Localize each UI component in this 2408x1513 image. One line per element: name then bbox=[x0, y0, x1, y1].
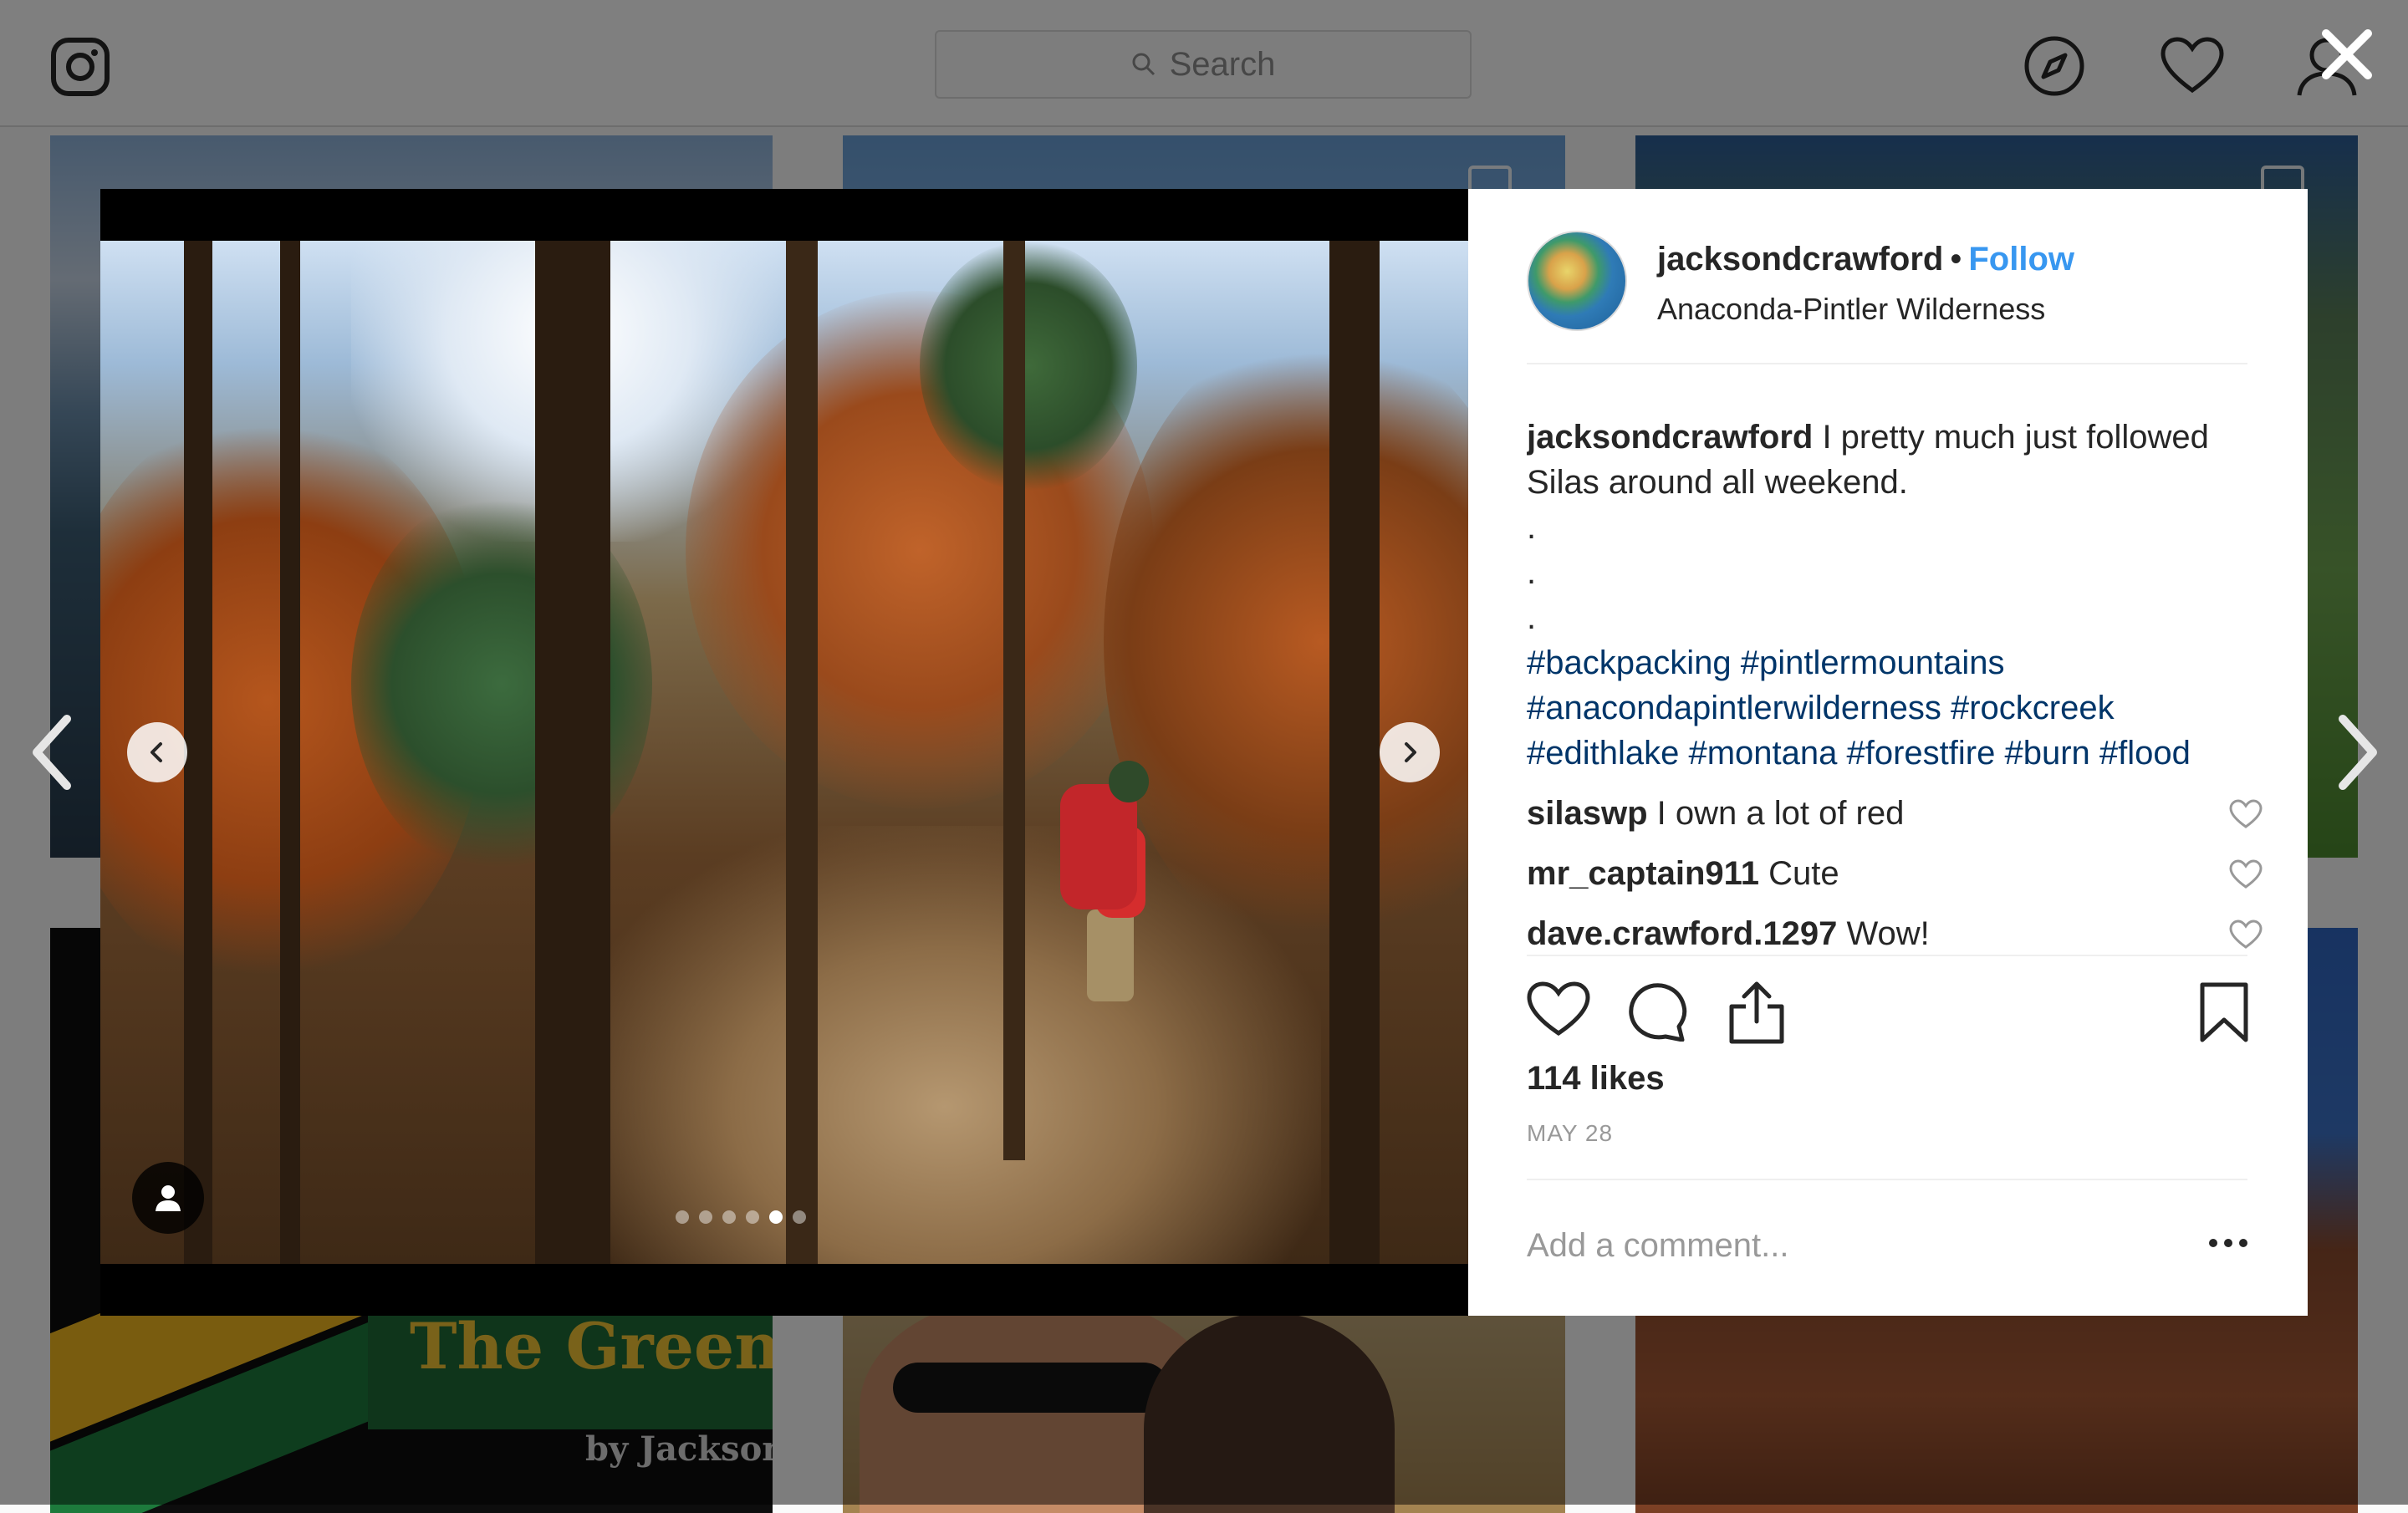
tagged-users-button[interactable] bbox=[132, 1162, 204, 1234]
caption-hashtags[interactable]: #backpacking #pintlermountains #anaconda… bbox=[1527, 640, 2263, 776]
caption-dot: . bbox=[1527, 509, 1537, 546]
previous-post-arrow-icon[interactable] bbox=[27, 711, 77, 794]
share-icon[interactable] bbox=[1727, 981, 1786, 1045]
post-caption: jacksondcrawford I pretty much just foll… bbox=[1527, 415, 2263, 505]
chevron-right-icon bbox=[1405, 742, 1416, 762]
carousel-dot bbox=[746, 1210, 759, 1224]
add-comment-bar: Add a comment... bbox=[1527, 1179, 2247, 1281]
carousel-dot bbox=[769, 1210, 783, 1224]
caption-dot: . bbox=[1527, 599, 1537, 636]
more-options-icon[interactable] bbox=[2209, 1239, 2247, 1247]
comment-text: Cute bbox=[1768, 855, 1839, 892]
chevron-left-icon bbox=[150, 742, 162, 762]
post-username[interactable]: jacksondcrawford bbox=[1657, 241, 1943, 278]
post-location[interactable]: Anaconda-Pintler Wilderness bbox=[1657, 292, 2074, 327]
add-comment-input[interactable]: Add a comment... bbox=[1527, 1227, 1788, 1265]
comment-like-icon[interactable] bbox=[2229, 859, 2263, 889]
carousel-dot bbox=[793, 1210, 806, 1224]
separator-dot: • bbox=[1950, 241, 1962, 278]
carousel-dot bbox=[676, 1210, 689, 1224]
next-post-arrow-icon[interactable] bbox=[2333, 711, 2383, 794]
comment-icon[interactable] bbox=[1627, 981, 1687, 1042]
post-photo[interactable] bbox=[100, 241, 1468, 1264]
comment-like-icon[interactable] bbox=[2229, 799, 2263, 829]
comment-like-icon[interactable] bbox=[2229, 920, 2263, 950]
follow-button[interactable]: Follow bbox=[1968, 241, 2074, 278]
carousel-indicator bbox=[676, 1210, 806, 1224]
close-icon[interactable] bbox=[2318, 25, 2376, 84]
post-header: jacksondcrawford • Follow Anaconda-Pintler… bbox=[1527, 231, 2247, 364]
caption-username[interactable]: jacksondcrawford bbox=[1527, 419, 1813, 456]
comment-row: mr_captain911 Cute bbox=[1527, 851, 2263, 896]
user-tag-icon bbox=[156, 1185, 181, 1211]
comment-username[interactable]: mr_captain911 bbox=[1527, 855, 1759, 892]
post-details-panel: jacksondcrawford • Follow Anaconda-Pintler… bbox=[1468, 189, 2308, 1316]
post-media bbox=[100, 189, 1468, 1316]
likes-count[interactable]: 114 likes bbox=[1527, 1060, 1665, 1098]
post-modal: jacksondcrawford • Follow Anaconda-Pintler… bbox=[100, 189, 2308, 1316]
comment-row: dave.crawford.1297 Wow! bbox=[1527, 911, 2263, 956]
avatar[interactable] bbox=[1527, 231, 1627, 331]
comment-row: silaswp I own a lot of red bbox=[1527, 791, 2263, 836]
comment-username[interactable]: silaswp bbox=[1527, 795, 1648, 832]
bookmark-icon[interactable] bbox=[2199, 981, 2249, 1043]
carousel-next-button[interactable] bbox=[1380, 722, 1440, 782]
carousel-prev-button[interactable] bbox=[127, 722, 187, 782]
comment-text: I own a lot of red bbox=[1656, 795, 1905, 832]
post-date[interactable]: MAY 28 bbox=[1527, 1120, 1613, 1147]
carousel-dot bbox=[699, 1210, 712, 1224]
post-actions: 114 likes MAY 28 bbox=[1527, 955, 2249, 1199]
comment-username[interactable]: dave.crawford.1297 bbox=[1527, 915, 1837, 952]
carousel-dot bbox=[722, 1210, 736, 1224]
caption-dot: . bbox=[1527, 554, 1537, 591]
comment-text: Wow! bbox=[1846, 915, 1930, 952]
like-icon[interactable] bbox=[1527, 981, 1590, 1037]
